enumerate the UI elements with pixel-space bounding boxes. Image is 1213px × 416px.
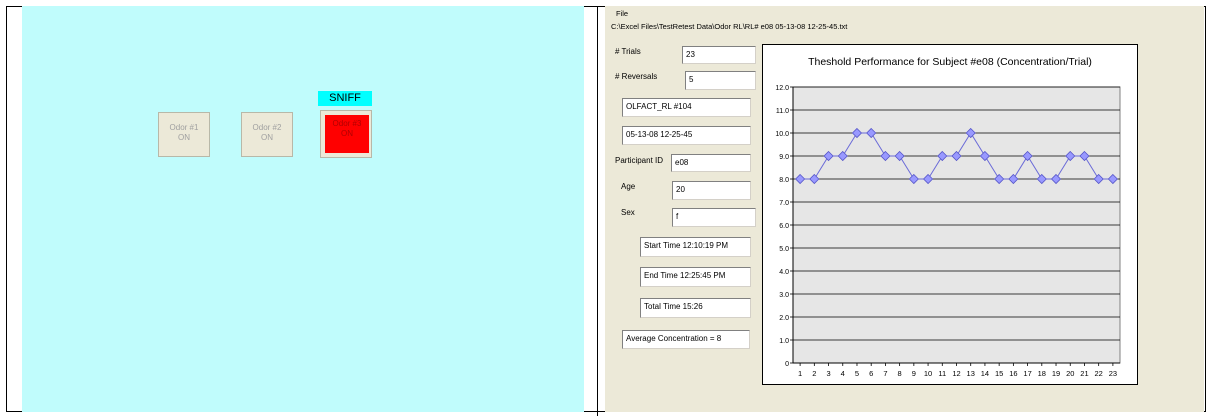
age-field[interactable]: 20 (672, 181, 751, 200)
average-field[interactable]: Average Concentration = 8 (622, 330, 750, 349)
odor-1-state: ON (178, 133, 190, 142)
odor-3-button[interactable]: Odor #3 ON (320, 110, 372, 158)
panel-divider (597, 6, 598, 416)
x-tick-label: 13 (967, 369, 975, 378)
x-tick-label: 4 (841, 369, 845, 378)
x-tick-label: 7 (883, 369, 887, 378)
start-time-field[interactable]: Start Time 12:10:19 PM (640, 237, 751, 257)
x-tick-label: 23 (1109, 369, 1117, 378)
x-tick-label: 16 (1009, 369, 1017, 378)
file-menu[interactable]: File (616, 9, 628, 18)
odor-3-label: Odor #3 (332, 119, 362, 128)
x-tick-label: 2 (812, 369, 816, 378)
odor-1-button[interactable]: Odor #1 ON (158, 112, 210, 157)
sniff-indicator: SNIFF (318, 91, 372, 106)
y-tick-label: 4.0 (779, 269, 789, 276)
y-tick-label: 2.0 (779, 315, 789, 322)
x-tick-label: 11 (938, 369, 946, 378)
odor-2-button[interactable]: Odor #2 ON (241, 112, 293, 157)
x-tick-label: 9 (912, 369, 916, 378)
chart-plot: 0 1.0 2.0 3.0 4.0 5.0 6.0 7.0 8.0 9.0 10.0 11.0 12.0… (775, 85, 1121, 378)
y-tick-label: 7.0 (779, 200, 789, 207)
y-tick-label: 0 (785, 361, 789, 368)
y-tick-label: 6.0 (779, 223, 789, 230)
y-tick-label: 3.0 (779, 292, 789, 299)
y-tick-label: 5.0 (779, 246, 789, 253)
y-tick-label: 10.0 (775, 131, 789, 138)
y-tick-label: 11.0 (776, 108, 789, 115)
age-label: Age (621, 182, 636, 191)
x-tick-label: 20 (1066, 369, 1074, 378)
x-tick-label: 12 (952, 369, 960, 378)
y-tick-label: 8.0 (779, 177, 789, 184)
total-time-field[interactable]: Total Time 15:26 (640, 298, 751, 318)
odor-3-state: ON (341, 129, 353, 138)
x-tick-label: 17 (1023, 369, 1031, 378)
odor-control-panel: SNIFF Odor #1 ON Odor #2 ON Odor #3 ON (22, 6, 584, 412)
participant-label: Participant ID (615, 156, 664, 165)
x-tick-label: 8 (898, 369, 902, 378)
x-tick-label: 21 (1080, 369, 1088, 378)
x-tick-label: 6 (869, 369, 873, 378)
y-tick-label: 1.0 (779, 338, 789, 345)
y-tick-label: 12.0 (775, 85, 789, 92)
x-tick-label: 5 (855, 369, 859, 378)
reversals-label: # Reversals (615, 72, 658, 81)
x-tick-label: 22 (1095, 369, 1103, 378)
odor-2-label: Odor #2 (252, 123, 282, 132)
threshold-chart: Theshold Performance for Subject #e08 (C… (762, 44, 1138, 385)
file-path: C:\Excel Files\TestRetest Data\Odor RL\R… (611, 22, 848, 31)
test-name-field[interactable]: OLFACT_RL #104 (622, 98, 751, 117)
x-tick-label: 10 (924, 369, 932, 378)
x-tick-label: 14 (981, 369, 989, 378)
end-time-field[interactable]: End Time 12:25:45 PM (640, 267, 751, 287)
trials-label: # Trials (615, 47, 641, 56)
datetime-field[interactable]: 05-13-08 12-25-45 (622, 126, 751, 145)
reversals-field[interactable]: 5 (685, 71, 756, 90)
odor-1-label: Odor #1 (169, 123, 199, 132)
x-tick-label: 19 (1052, 369, 1060, 378)
x-tick-label: 18 (1038, 369, 1046, 378)
y-tick-label: 9.0 (779, 154, 789, 161)
sex-field[interactable]: f (672, 208, 756, 227)
participant-field[interactable]: e08 (671, 154, 751, 172)
x-tick-label: 15 (995, 369, 1003, 378)
sex-label: Sex (621, 208, 635, 217)
trials-field[interactable]: 23 (682, 46, 756, 64)
odor-2-state: ON (261, 133, 273, 142)
x-tick-label: 1 (798, 369, 802, 378)
x-tick-label: 3 (826, 369, 830, 378)
